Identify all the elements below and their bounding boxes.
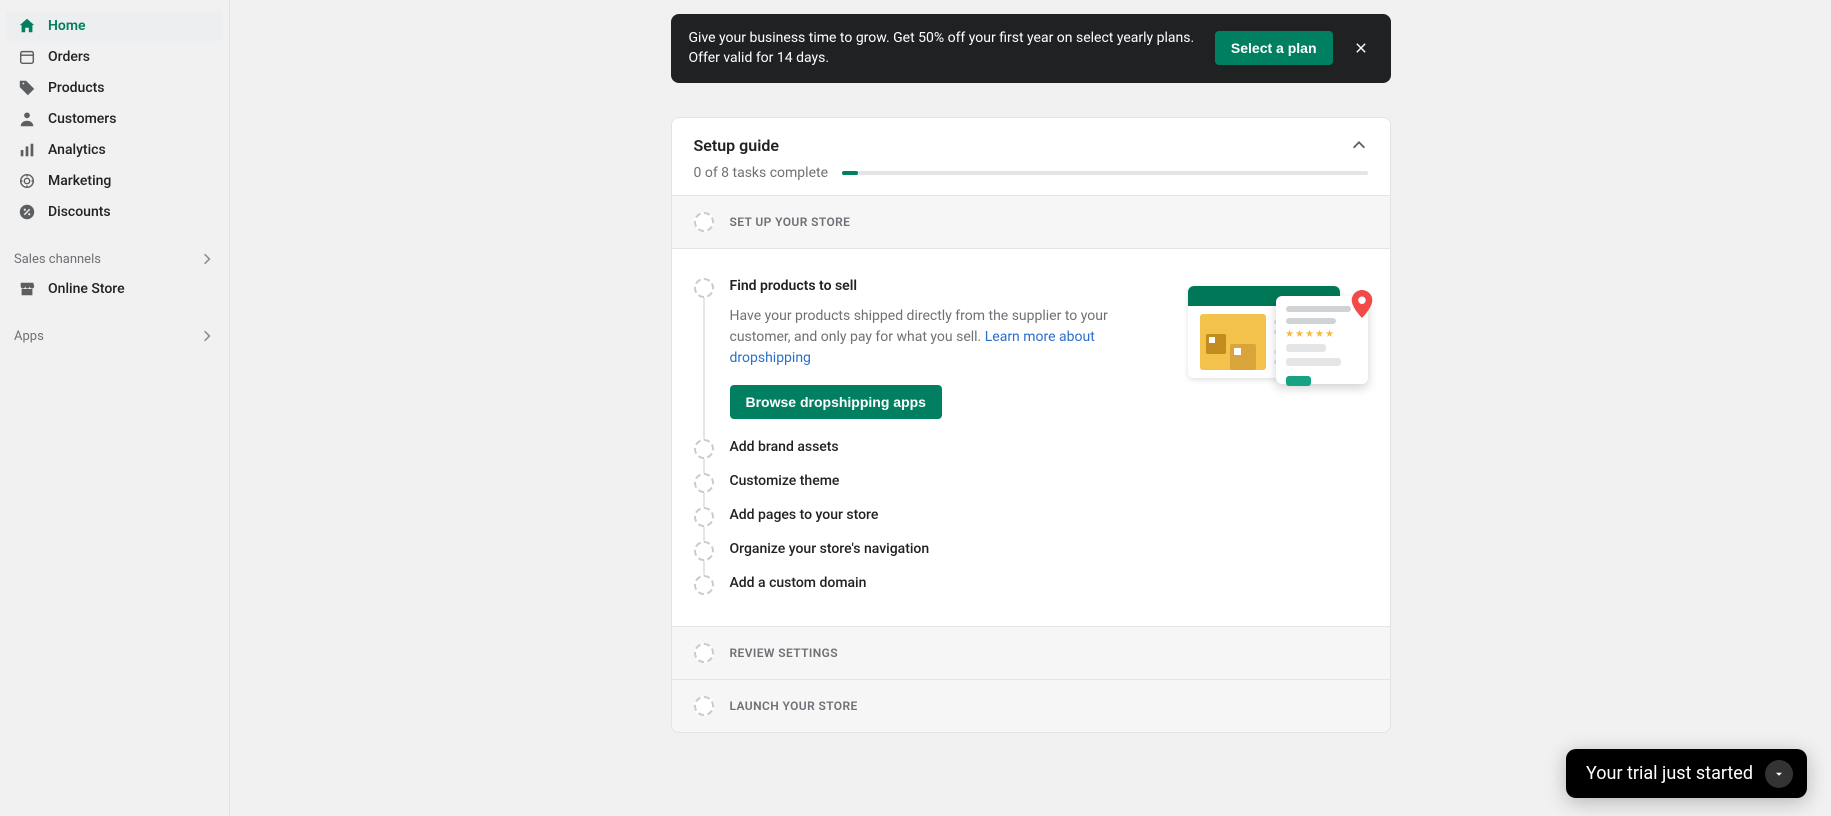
nav-label: Online Store (48, 281, 125, 297)
task-find-products[interactable]: Find products to sell Have your products… (694, 271, 1368, 432)
nav-products[interactable]: Products (6, 73, 223, 103)
setup-guide-title: Setup guide (694, 136, 779, 155)
status-circle-icon (694, 643, 714, 663)
select-plan-button[interactable]: Select a plan (1215, 31, 1333, 65)
nav-label: Customers (48, 111, 116, 127)
section-label: Apps (14, 329, 44, 344)
nav-label: Orders (48, 49, 90, 65)
orders-icon (18, 48, 36, 66)
close-icon (1354, 41, 1368, 55)
task-add-pages[interactable]: Add pages to your store (694, 500, 1368, 534)
main-content: Give your business time to grow. Get 50%… (230, 0, 1831, 816)
status-circle-icon (694, 473, 714, 493)
nav-label: Analytics (48, 142, 106, 158)
nav-label: Products (48, 80, 105, 96)
status-circle-icon (694, 696, 714, 716)
section-review-settings[interactable]: REVIEW SETTINGS (672, 626, 1390, 679)
promo-banner: Give your business time to grow. Get 50%… (671, 14, 1391, 83)
sidebar: Home Orders Products Customers Analytics… (0, 0, 230, 816)
nav-label: Marketing (48, 173, 111, 189)
discounts-icon (18, 203, 36, 221)
nav-orders[interactable]: Orders (6, 42, 223, 72)
section-label: LAUNCH YOUR STORE (730, 699, 858, 713)
nav-analytics[interactable]: Analytics (6, 135, 223, 165)
section-sales-channels[interactable]: Sales channels (0, 245, 229, 273)
progress-fill (842, 171, 858, 175)
task-title: Add a custom domain (730, 575, 867, 591)
tag-icon (18, 79, 36, 97)
store-icon (18, 280, 36, 298)
section-label: Sales channels (14, 252, 101, 267)
browse-apps-button[interactable]: Browse dropshipping apps (730, 385, 942, 419)
task-title: Customize theme (730, 473, 840, 489)
section-label: SET UP YOUR STORE (730, 215, 851, 229)
task-customize-theme[interactable]: Customize theme (694, 466, 1368, 500)
chevron-right-icon (199, 251, 215, 267)
status-circle-icon (694, 575, 714, 595)
nav-home[interactable]: Home (6, 11, 223, 41)
setup-guide-card: Setup guide 0 of 8 tasks complete SET UP… (671, 117, 1391, 733)
caret-down-icon (1765, 760, 1793, 788)
section-apps[interactable]: Apps (0, 322, 229, 350)
marketing-icon (18, 172, 36, 190)
analytics-icon (18, 141, 36, 159)
task-illustration (1188, 278, 1368, 388)
section-label: REVIEW SETTINGS (730, 646, 838, 660)
section-setup-store[interactable]: SET UP YOUR STORE (672, 195, 1390, 248)
progress-bar (842, 171, 1367, 175)
banner-message: Give your business time to grow. Get 50%… (689, 28, 1199, 69)
task-add-brand-assets[interactable]: Add brand assets (694, 432, 1368, 466)
task-list: Find products to sell Have your products… (672, 248, 1390, 626)
nav-label: Home (48, 18, 86, 34)
status-circle-icon (694, 278, 714, 298)
card-header: Setup guide 0 of 8 tasks complete (672, 118, 1390, 195)
status-circle-icon (694, 541, 714, 561)
nav-customers[interactable]: Customers (6, 104, 223, 134)
status-circle-icon (694, 507, 714, 527)
section-launch-store[interactable]: LAUNCH YOUR STORE (672, 679, 1390, 732)
trial-label: Your trial just started (1586, 763, 1753, 784)
task-description: Have your products shipped directly from… (730, 306, 1148, 369)
task-title: Organize your store's navigation (730, 541, 930, 557)
banner-close-button[interactable] (1349, 36, 1373, 60)
task-title: Add pages to your store (730, 507, 879, 523)
task-title: Find products to sell (730, 278, 1148, 294)
nav-label: Discounts (48, 204, 111, 220)
chevron-right-icon (199, 328, 215, 344)
task-add-domain[interactable]: Add a custom domain (694, 568, 1368, 602)
chevron-up-icon[interactable] (1350, 136, 1368, 154)
customers-icon (18, 110, 36, 128)
task-organize-navigation[interactable]: Organize your store's navigation (694, 534, 1368, 568)
nav-discounts[interactable]: Discounts (6, 197, 223, 227)
nav-online-store[interactable]: Online Store (6, 274, 223, 304)
task-title: Add brand assets (730, 439, 839, 455)
tasks-complete-count: 0 of 8 tasks complete (694, 165, 829, 181)
nav-marketing[interactable]: Marketing (6, 166, 223, 196)
status-circle-icon (694, 212, 714, 232)
status-circle-icon (694, 439, 714, 459)
home-icon (18, 17, 36, 35)
trial-notification[interactable]: Your trial just started (1566, 749, 1807, 798)
